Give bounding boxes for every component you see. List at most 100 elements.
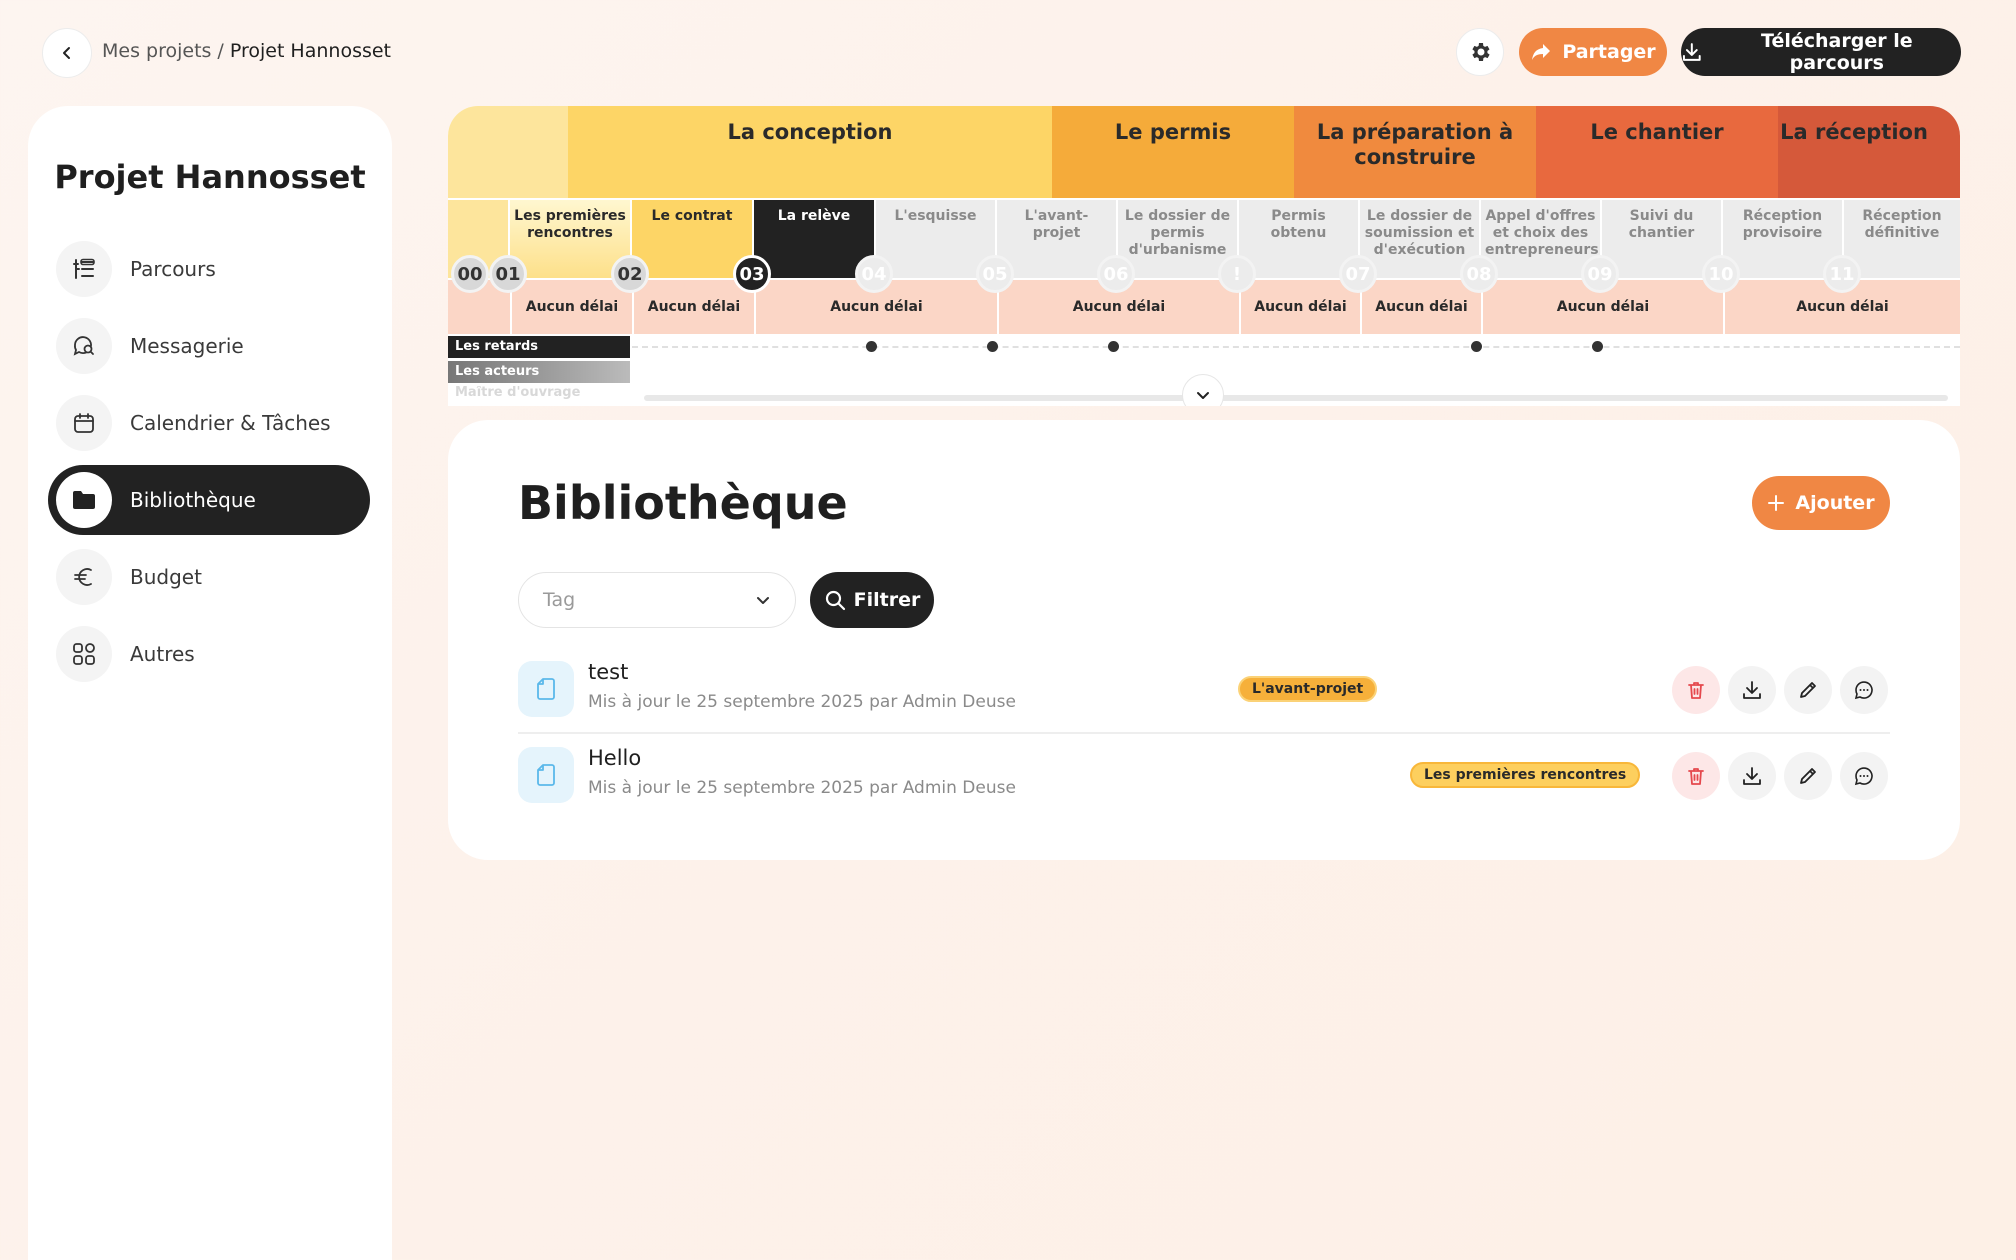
step-number[interactable]: ! bbox=[1218, 255, 1256, 293]
file-row[interactable]: test Mis à jour le 25 septembre 2025 par… bbox=[518, 652, 1890, 734]
document-icon bbox=[518, 747, 574, 803]
sidebar-item-parcours[interactable]: Parcours bbox=[48, 234, 370, 304]
download-label: Télécharger le parcours bbox=[1761, 30, 1913, 74]
sidebar-item-label: Calendrier & Tâches bbox=[130, 411, 331, 435]
sidebar-item-label: Parcours bbox=[130, 257, 216, 281]
pencil-icon bbox=[1800, 768, 1816, 784]
step-number[interactable]: 07 bbox=[1339, 255, 1377, 293]
file-row[interactable]: Hello Mis à jour le 25 septembre 2025 pa… bbox=[518, 738, 1890, 818]
folder-icon bbox=[56, 472, 112, 528]
top-bar: Mes projets / Projet Hannosset Partager … bbox=[0, 0, 2016, 105]
download-file-button[interactable] bbox=[1728, 752, 1776, 800]
phase-reception[interactable]: La réception bbox=[1778, 106, 1960, 198]
file-name[interactable]: Hello bbox=[588, 746, 641, 770]
filter-label: Filtrer bbox=[853, 589, 921, 611]
step-number[interactable]: 09 bbox=[1581, 255, 1619, 293]
delay-dot[interactable] bbox=[866, 341, 877, 352]
download-icon bbox=[1743, 767, 1761, 785]
gear-icon bbox=[1472, 43, 1490, 61]
row-label-maitre-ouvrage: Maître d'ouvrage bbox=[455, 386, 581, 400]
sidebar-item-budget[interactable]: Budget bbox=[48, 542, 370, 612]
settings-button[interactable] bbox=[1456, 28, 1504, 76]
download-icon bbox=[1743, 681, 1761, 699]
comment-button[interactable] bbox=[1840, 752, 1888, 800]
delete-button[interactable] bbox=[1672, 752, 1720, 800]
step-number-current[interactable]: 03 bbox=[733, 255, 771, 293]
chat-search-icon bbox=[56, 318, 112, 374]
delay-dot[interactable] bbox=[1108, 341, 1119, 352]
chat-bubble-icon bbox=[1854, 681, 1873, 700]
sidebar: Projet Hannosset Parcours Messagerie Cal… bbox=[28, 106, 392, 1260]
delay-cell: Aucun délai bbox=[632, 280, 754, 334]
share-arrow-icon bbox=[1532, 44, 1551, 60]
phase-permis[interactable]: Le permis bbox=[1052, 106, 1294, 198]
step-reception-definitive[interactable]: Réception définitive bbox=[1844, 200, 1960, 278]
download-icon bbox=[1682, 43, 1701, 61]
project-title: Projet Hannosset bbox=[54, 158, 366, 196]
file-meta: Mis à jour le 25 septembre 2025 par Admi… bbox=[588, 778, 1016, 798]
step-number[interactable]: 02 bbox=[611, 255, 649, 293]
file-tag-badge: Les premières rencontres bbox=[1410, 762, 1641, 788]
filter-button[interactable]: Filtrer bbox=[810, 572, 934, 628]
sidebar-item-label: Messagerie bbox=[130, 334, 244, 358]
chevron-down-icon bbox=[757, 597, 769, 604]
euro-icon bbox=[56, 549, 112, 605]
calendar-icon bbox=[56, 395, 112, 451]
delay-track-line bbox=[632, 346, 1960, 348]
comment-button[interactable] bbox=[1840, 666, 1888, 714]
edit-button[interactable] bbox=[1784, 752, 1832, 800]
row-label-retards[interactable]: Les retards bbox=[448, 336, 630, 358]
journey-icon bbox=[56, 241, 112, 297]
sidebar-item-label: Bibliothèque bbox=[130, 488, 256, 512]
step-number: 00 bbox=[451, 255, 489, 293]
back-button[interactable] bbox=[42, 28, 92, 78]
step-number[interactable]: 08 bbox=[1460, 255, 1498, 293]
library-card: Bibliothèque Ajouter Tag Filtrer test Mi… bbox=[448, 420, 1960, 860]
document-icon bbox=[518, 661, 574, 717]
chevron-down-icon bbox=[1197, 392, 1209, 399]
apps-grid-icon bbox=[56, 626, 112, 682]
breadcrumb-root[interactable]: Mes projets bbox=[102, 40, 211, 62]
delay-dot[interactable] bbox=[1471, 341, 1482, 352]
delay-dot[interactable] bbox=[987, 341, 998, 352]
search-icon bbox=[825, 590, 845, 611]
step-number[interactable]: 01 bbox=[489, 255, 527, 293]
download-journey-button[interactable]: Télécharger le parcours bbox=[1681, 28, 1961, 76]
share-button[interactable]: Partager bbox=[1519, 28, 1667, 76]
chevron-left-icon bbox=[63, 47, 70, 59]
step-number[interactable]: 04 bbox=[855, 255, 893, 293]
chat-bubble-icon bbox=[1854, 767, 1873, 786]
file-name[interactable]: test bbox=[588, 660, 628, 684]
sidebar-item-bibliotheque[interactable]: Bibliothèque bbox=[48, 465, 370, 535]
step-number[interactable]: 06 bbox=[1097, 255, 1135, 293]
tag-select[interactable]: Tag bbox=[518, 572, 796, 628]
row-label-acteurs[interactable]: Les acteurs bbox=[448, 361, 630, 383]
phase-preparation[interactable]: La préparation à construire bbox=[1294, 106, 1536, 198]
journey-timeline: La conception Le permis La préparation à… bbox=[448, 106, 1960, 406]
sidebar-nav: Parcours Messagerie Calendrier & Tâches … bbox=[48, 234, 370, 696]
pencil-icon bbox=[1800, 682, 1816, 698]
horizontal-scrollbar[interactable] bbox=[644, 395, 1948, 401]
phase-chantier[interactable]: Le chantier bbox=[1536, 106, 1778, 198]
add-label: Ajouter bbox=[1795, 492, 1875, 514]
step-number[interactable]: 10 bbox=[1702, 255, 1740, 293]
download-file-button[interactable] bbox=[1728, 666, 1776, 714]
add-button[interactable]: Ajouter bbox=[1752, 476, 1890, 530]
sidebar-item-calendrier[interactable]: Calendrier & Tâches bbox=[48, 388, 370, 458]
phase-conception[interactable]: La conception bbox=[568, 106, 1052, 198]
delay-cell: Aucun délai bbox=[1360, 280, 1481, 334]
delay-dot[interactable] bbox=[1592, 341, 1603, 352]
sidebar-item-label: Budget bbox=[130, 565, 202, 589]
share-label: Partager bbox=[1562, 41, 1656, 63]
expand-timeline-button[interactable] bbox=[1182, 374, 1224, 406]
sidebar-item-messagerie[interactable]: Messagerie bbox=[48, 311, 370, 381]
step-number[interactable]: 05 bbox=[976, 255, 1014, 293]
file-tag-badge: L'avant-projet bbox=[1238, 676, 1378, 702]
phase-start bbox=[448, 106, 568, 198]
trash-icon bbox=[1688, 682, 1704, 699]
sidebar-item-autres[interactable]: Autres bbox=[48, 619, 370, 689]
edit-button[interactable] bbox=[1784, 666, 1832, 714]
step-number[interactable]: 11 bbox=[1823, 255, 1861, 293]
breadcrumb-current: Projet Hannosset bbox=[229, 40, 392, 62]
delete-button[interactable] bbox=[1672, 666, 1720, 714]
